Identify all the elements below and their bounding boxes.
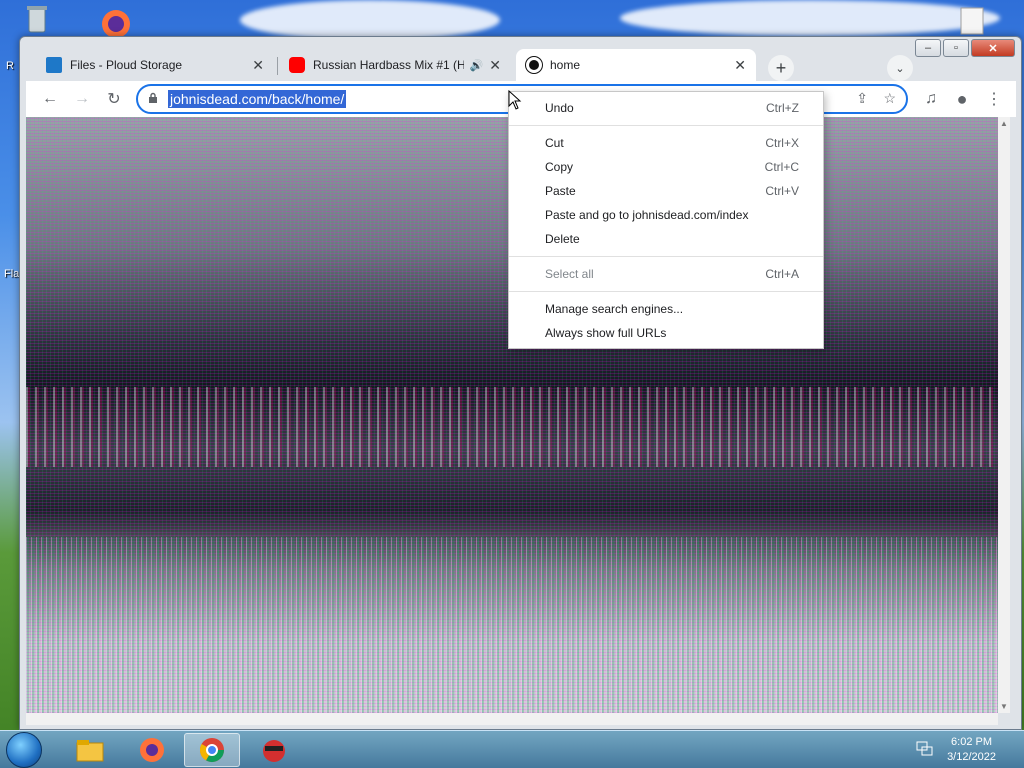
menu-item-always-show-full-urls[interactable]: Always show full URLs [509, 321, 823, 345]
game-taskbar-icon[interactable] [246, 733, 302, 767]
tab-close-icon[interactable]: ✕ [489, 57, 501, 74]
eye-favicon-icon [526, 57, 542, 73]
tab-close-icon[interactable]: ✕ [734, 57, 746, 74]
document-icon[interactable] [955, 6, 995, 40]
menu-divider [509, 256, 823, 257]
tab-title: home [550, 58, 581, 72]
context-menu: Undo Ctrl+Z Cut Ctrl+X Copy Ctrl+C Paste… [508, 91, 824, 349]
menu-item-delete[interactable]: Delete [509, 227, 823, 251]
forward-button[interactable]: → [70, 87, 94, 111]
ploud-favicon-icon [46, 57, 62, 73]
firefox-taskbar-icon[interactable] [124, 733, 180, 767]
menu-item-manage-search-engines[interactable]: Manage search engines... [509, 297, 823, 321]
menu-item-copy[interactable]: Copy Ctrl+C [509, 155, 823, 179]
system-clock[interactable]: 6:02 PM 3/12/2022 [947, 735, 996, 765]
bookmark-star-icon[interactable]: ☆ [883, 90, 896, 107]
recycle-bin-icon[interactable] [20, 2, 60, 36]
tab-search-button[interactable]: ⌄ [887, 55, 913, 81]
vertical-scrollbar[interactable]: ▲ ▼ [998, 117, 1010, 713]
network-tray-icon[interactable] [916, 741, 934, 757]
tab-close-icon[interactable]: ✕ [252, 57, 264, 74]
media-control-icon[interactable]: ♫ [919, 87, 943, 111]
noise-band [26, 537, 998, 713]
cloud [240, 0, 500, 40]
clock-date: 3/12/2022 [947, 751, 996, 763]
file-explorer-taskbar-icon[interactable] [62, 733, 118, 767]
tab-files-ploud[interactable]: Files - Ploud Storage ✕ [36, 49, 274, 81]
horizontal-scrollbar[interactable] [26, 713, 998, 725]
start-button[interactable] [6, 732, 42, 768]
share-icon[interactable]: ⇪ [856, 90, 868, 107]
tab-title: Files - Ploud Storage [70, 58, 183, 72]
taskbar: 6:02 PM 3/12/2022 [0, 730, 1024, 768]
reload-button[interactable]: ↻ [102, 87, 126, 111]
mouse-cursor-icon [508, 89, 522, 110]
chrome-taskbar-icon[interactable] [184, 733, 240, 767]
browser-menu-icon[interactable]: ⋮ [982, 87, 1006, 111]
tab-divider [277, 57, 278, 75]
profile-avatar-icon[interactable]: ● [950, 87, 974, 111]
noise-band [26, 387, 998, 467]
tab-home[interactable]: home ✕ [516, 49, 756, 81]
cloud [620, 0, 1000, 36]
menu-item-cut[interactable]: Cut Ctrl+X [509, 131, 823, 155]
back-button[interactable]: ← [38, 87, 62, 111]
youtube-favicon-icon [289, 57, 305, 73]
tab-title: Russian Hardbass Mix #1 (Ha [313, 58, 464, 72]
menu-divider [509, 291, 823, 292]
clock-time: 6:02 PM [951, 736, 993, 748]
tab-russian-hardbass[interactable]: Russian Hardbass Mix #1 (Ha 🔊 ✕ [279, 49, 511, 81]
desktop-icon-label: Fla [4, 268, 20, 280]
lock-icon[interactable] [148, 92, 160, 107]
menu-item-paste[interactable]: Paste Ctrl+V [509, 179, 823, 203]
menu-divider [509, 125, 823, 126]
url-text[interactable]: johnisdead.com/back/home/ [168, 90, 347, 108]
audio-playing-icon[interactable]: 🔊 [470, 59, 484, 72]
new-tab-button[interactable]: + [768, 55, 794, 81]
desktop-icon-label: R [6, 60, 14, 72]
firefox-desktop-icon[interactable] [96, 4, 136, 38]
menu-item-paste-and-go[interactable]: Paste and go to johnisdead.com/index [509, 203, 823, 227]
menu-item-select-all[interactable]: Select all Ctrl+A [509, 262, 823, 286]
tab-strip: Files - Ploud Storage ✕ Russian Hardbass… [26, 45, 1016, 81]
menu-item-undo[interactable]: Undo Ctrl+Z [509, 96, 823, 120]
